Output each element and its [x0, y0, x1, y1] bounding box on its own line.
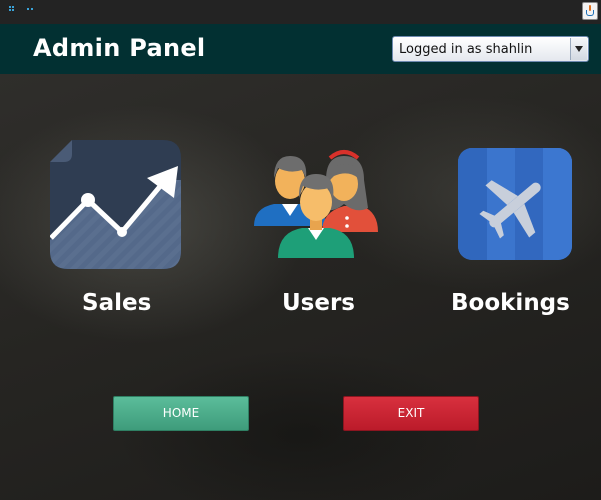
users-label[interactable]: Users [282, 290, 355, 316]
sales-chart-icon [49, 140, 181, 269]
main-panel: Sales Users Bookings HOME EXIT [0, 74, 601, 500]
window-titlebar [0, 0, 601, 25]
bookings-label[interactable]: Bookings [451, 290, 570, 316]
sales-label[interactable]: Sales [82, 290, 151, 316]
exit-button[interactable]: EXIT [343, 396, 479, 431]
sales-tile[interactable] [49, 140, 181, 269]
window-menu-icon[interactable] [9, 6, 19, 14]
java-icon [582, 2, 598, 20]
window-resize-icon[interactable] [27, 6, 37, 14]
user-dropdown-value: Logged in as shahlin [399, 42, 533, 57]
app-header: Admin Panel Logged in as shahlin [0, 24, 601, 74]
users-group-icon [254, 150, 378, 258]
chevron-down-icon[interactable] [570, 38, 587, 60]
page-title: Admin Panel [33, 34, 206, 62]
user-dropdown[interactable]: Logged in as shahlin [392, 36, 589, 62]
users-tile[interactable] [252, 146, 380, 260]
home-button[interactable]: HOME [113, 396, 249, 431]
bookings-tile[interactable] [458, 148, 572, 260]
airplane-icon [458, 148, 572, 260]
